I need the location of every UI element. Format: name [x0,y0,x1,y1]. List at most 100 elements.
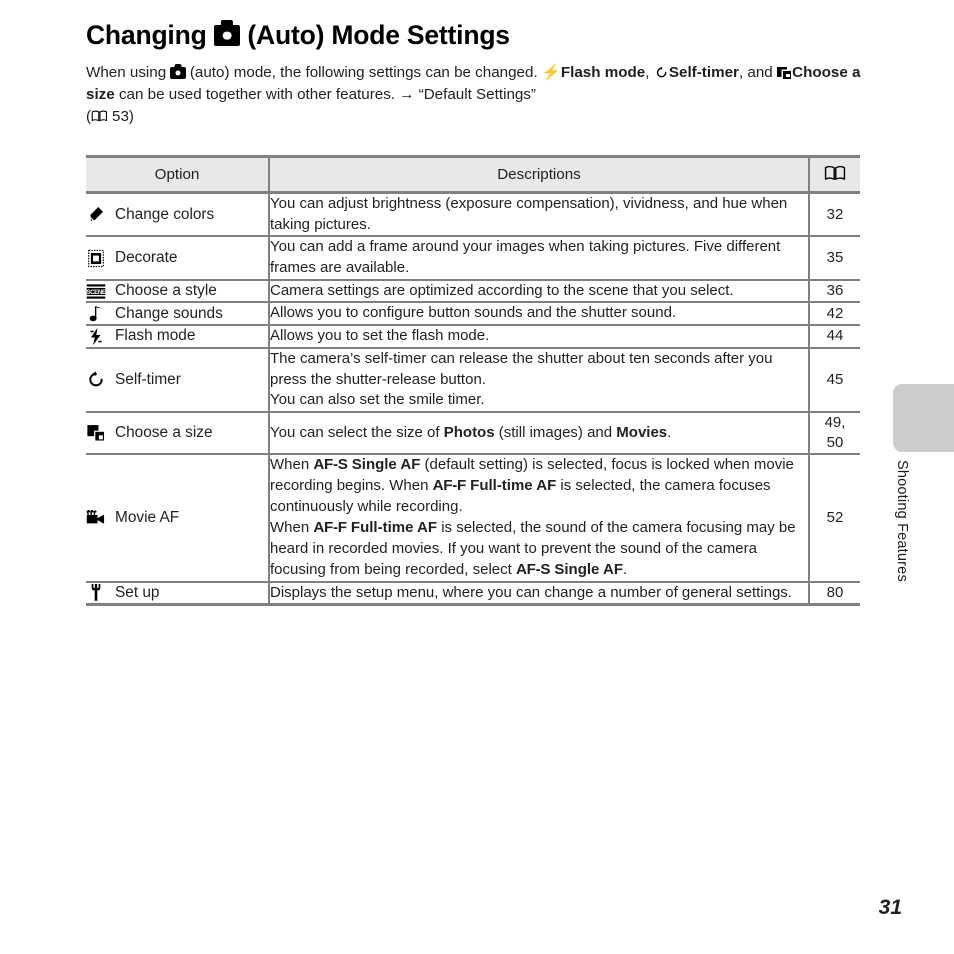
reference-page-cell: 45 [808,347,860,413]
reference-page-number: 80 [826,583,844,601]
option-label: Change colors [115,205,215,223]
option-label: Change sounds [115,304,223,322]
camera-auto-icon [213,24,241,46]
table-body: Change colors You can adjust brightness (… [86,192,860,607]
page-title: Changing (Auto) Mode Settings [86,20,868,50]
section-tab-marker [893,384,954,452]
table-row: Self-timer The camera’s self-timer can re… [86,347,860,413]
af-mode-label: Single AF [351,456,421,474]
option-label: Choose a style [115,282,217,300]
option-label: Decorate [115,249,178,267]
reference-page-cell: 52 [808,454,860,583]
option-cell: Movie AF [86,454,269,583]
option-cell: SCENE Choose a style [86,279,269,304]
description-text: Allows you to set the flash mode. [270,327,490,345]
option-cell: Set up [86,581,269,607]
description-cell: Allows you to configure button sounds an… [268,302,809,327]
column-header-descriptions: Descriptions [268,155,809,194]
page-content: Changing (Auto) Mode Settings When using… [86,20,868,127]
document-page: Shooting Features Changing (Auto) Mode S… [0,0,954,954]
intro-text-2: (auto) mode, the following settings can … [185,64,542,82]
option-label: Set up [115,583,160,601]
flash-icon [86,327,106,346]
reference-page-cell: 42 [808,302,860,327]
description-cell: You can adjust brightness (exposure comp… [268,192,809,238]
page-title-suffix: (Auto) Mode Settings [240,20,510,50]
column-header-reference [808,155,860,194]
choose-a-size-icon [776,66,792,79]
reference-page-number: 44 [826,327,844,345]
option-cell: Decorate [86,236,269,281]
emphasis-text: Photos [443,423,495,441]
description-text: The camera’s self-timer can release the … [270,349,773,388]
intro-ref-page: 53 [112,107,129,125]
af-mode-badge: AF-S [515,560,551,578]
settings-table: Option Descriptions Change colors You can… [86,155,860,607]
change-sounds-icon [86,304,106,323]
description-text: You can also set the smile timer. [270,391,485,409]
column-header-option: Option [86,155,269,194]
choose-a-style-icon: SCENE [86,283,106,300]
description-cell: The camera’s self-timer can release the … [268,347,809,413]
af-mode-label: Single AF [554,560,623,578]
description-text: (still images) and [494,423,617,441]
description-cell: When AF-S Single AF (default setting) is… [268,454,809,583]
table-row: Flash mode Allows you to set the flash mo… [86,325,860,349]
description-text: Camera settings are optimized according … [270,281,734,299]
intro-paragraph: When using (auto) mode, the following se… [86,62,868,127]
description-text: . [623,560,628,578]
camera-auto-icon [170,67,186,79]
book-icon [91,110,108,122]
reference-page-cell: 32 [808,192,860,238]
option-cell: Change colors [86,192,269,238]
reference-page-cell: 49, 50 [808,411,860,456]
description-text: You can adjust brightness (exposure comp… [270,195,788,233]
change-colors-icon [86,205,106,224]
table-row: SCENE Choose a style Camera settings are o… [86,279,860,304]
table-row: Movie AF When AF-S Single AF (default set… [86,454,860,583]
description-text: Allows you to configure button sounds an… [270,304,677,322]
description-text: You can add a frame around your images w… [270,238,781,277]
set-up-icon [86,583,106,602]
af-mode-badge: AF-F [313,519,347,536]
reference-page-number: 36 [826,281,844,299]
reference-page-number: 49, [824,413,846,431]
intro-text-1: When using [86,64,171,82]
self-timer-icon [654,66,669,79]
reference-page-number: 45 [826,370,844,388]
page-title-prefix: Changing [86,20,214,50]
description-text: . [667,423,672,441]
af-mode-label: Full-time AF [350,519,438,536]
table-row: Set up Displays the setup menu, where you… [86,581,860,607]
intro-text-4: , and [738,64,777,82]
table-row: Choose a size You can select the size of … [86,411,860,456]
reference-page-number: 35 [826,248,844,266]
table-row: Change colors You can adjust brightness (… [86,192,860,238]
reference-page-number: 42 [826,304,844,322]
choose-a-size-icon [86,424,106,442]
description-text: When [270,456,314,474]
table-row: Change sounds Allows you to configure but… [86,302,860,327]
table-row: Decorate You can add a frame around your … [86,236,860,281]
description-cell: You can select the size of Photos (still… [268,411,809,456]
reference-page-cell: 44 [808,325,860,349]
intro-text-3: , [645,64,654,82]
intro-text-5: can be used together with other features… [114,86,400,104]
description-cell: Allows you to set the flash mode. [268,325,809,349]
flash-icon: ⚡ [541,64,561,82]
description-cell: Camera settings are optimized according … [268,279,809,304]
intro-ref-close: ) [128,107,134,125]
description-cell: You can add a frame around your images w… [268,236,809,281]
option-label: Self-timer [115,370,181,388]
arrow-icon: → [399,86,415,104]
option-cell: Flash mode [86,325,269,349]
movie-af-icon [86,509,106,527]
option-label: Movie AF [115,509,180,526]
svg-text:SCENE: SCENE [86,290,105,296]
af-mode-badge: AF-F [432,477,467,495]
section-tab-label: Shooting Features [894,460,910,582]
reference-page-cell: 80 [808,581,860,607]
af-mode-label: Full-time AF [470,477,557,495]
reference-page-cell: 35 [808,236,860,281]
reference-page-number: 32 [826,205,844,223]
